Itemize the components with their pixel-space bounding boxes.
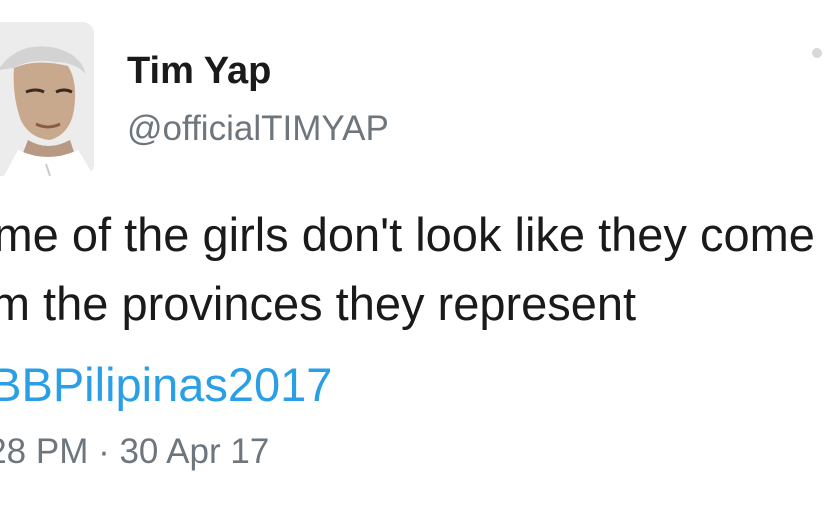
tweet-card: Tim Yap @officialTIMYAP Some of the girl… bbox=[0, 0, 825, 510]
tweet-text-line: from the provinces they represent bbox=[0, 277, 637, 330]
avatar-photo bbox=[0, 22, 94, 176]
tweet-text: Some of the girls don't look like they c… bbox=[0, 200, 825, 338]
author-handle[interactable]: @officialTIMYAP bbox=[127, 111, 389, 146]
more-options-icon[interactable] bbox=[812, 48, 822, 58]
author-name[interactable]: Tim Yap bbox=[127, 52, 271, 90]
avatar[interactable] bbox=[0, 22, 94, 176]
tweet-timestamp[interactable]: 5:28 PM · 30 Apr 17 bbox=[0, 434, 269, 469]
hashtag-link[interactable]: #BBPilipinas2017 bbox=[0, 350, 332, 419]
tweet-text-line: Some of the girls don't look like they c… bbox=[0, 208, 815, 261]
